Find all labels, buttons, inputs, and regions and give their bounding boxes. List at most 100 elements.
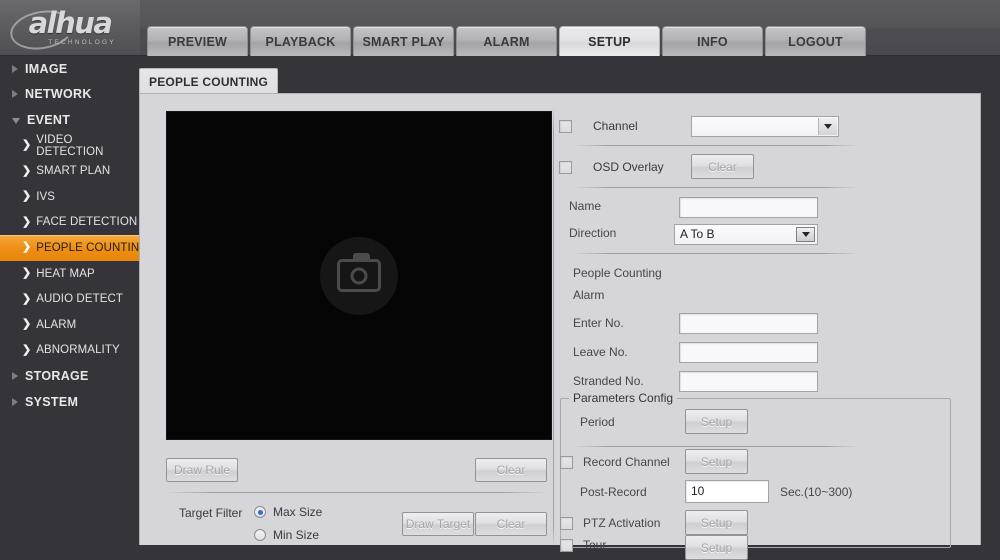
sidebar-item-abnormality[interactable]: ❯ ABNORMALITY bbox=[0, 338, 139, 364]
sidebar-item-face-detection[interactable]: ❯ FACE DETECTION bbox=[0, 210, 139, 236]
sidebar-item-smart-plan[interactable]: ❯ SMART PLAN bbox=[0, 158, 139, 184]
chevron-right-icon: ❯ bbox=[22, 190, 32, 203]
enter-no-label: Enter No. bbox=[573, 316, 624, 330]
chevron-right-icon: ❯ bbox=[22, 343, 32, 356]
sidebar-item-label: PEOPLE COUNTING bbox=[36, 241, 149, 254]
chevron-right-icon: ❯ bbox=[22, 139, 32, 152]
post-record-unit-row: Sec.(10~300) bbox=[780, 485, 852, 499]
tab-people-counting[interactable]: PEOPLE COUNTING bbox=[139, 68, 279, 94]
tour-label: Tour bbox=[583, 538, 607, 552]
chevron-right-icon: ❯ bbox=[22, 292, 32, 305]
post-record-row: Post-Record bbox=[580, 485, 647, 499]
nav-tab-preview[interactable]: PREVIEW bbox=[147, 26, 248, 56]
content-panel: Draw Rule Clear Target Filter Max Size M… bbox=[139, 93, 981, 560]
draw-rule-row: Draw Rule bbox=[166, 458, 238, 482]
form-divider-2 bbox=[574, 187, 858, 188]
chevron-down-icon[interactable] bbox=[818, 118, 837, 135]
draw-target-row: Draw Target bbox=[402, 512, 474, 536]
sidebar-item-ivs[interactable]: ❯ IVS bbox=[0, 184, 139, 210]
max-size-radio[interactable] bbox=[254, 506, 266, 518]
sidebar-item-alarm[interactable]: ❯ ALARM bbox=[0, 312, 139, 338]
direction-select[interactable]: A To B bbox=[674, 224, 818, 245]
nav-tab-info[interactable]: INFO bbox=[662, 26, 763, 56]
video-preview[interactable] bbox=[166, 111, 552, 440]
post-record-input[interactable]: 10 bbox=[685, 480, 769, 503]
sidebar: IMAGE NETWORK EVENT ❯ VIDEO DETECTION ❯ … bbox=[0, 56, 169, 545]
chevron-right-icon bbox=[12, 397, 18, 406]
osd-overlay-checkbox[interactable] bbox=[559, 160, 572, 174]
brand-tagline: TECHNOLOGY bbox=[48, 39, 116, 46]
nav-tab-alarm[interactable]: ALARM bbox=[456, 26, 557, 56]
name-input[interactable] bbox=[679, 197, 818, 218]
ptz-activation-setup-button[interactable]: Setup bbox=[685, 510, 748, 535]
target-filter-label: Target Filter bbox=[179, 506, 243, 520]
params-divider-1 bbox=[574, 446, 858, 447]
nav-tab-smart-play[interactable]: SMART PLAY bbox=[353, 26, 454, 56]
stranded-no-label: Stranded No. bbox=[573, 374, 644, 388]
tour-setup-button[interactable]: Setup bbox=[685, 535, 748, 560]
channel-select[interactable] bbox=[691, 116, 839, 137]
leave-no-label: Leave No. bbox=[573, 345, 628, 359]
ptz-activation-row: PTZ Activation bbox=[560, 516, 660, 530]
period-label: Period bbox=[580, 415, 615, 429]
sidebar-item-label: SMART PLAN bbox=[36, 165, 111, 178]
sidebar-item-image[interactable]: IMAGE bbox=[0, 56, 139, 82]
chevron-down-icon[interactable] bbox=[796, 227, 815, 242]
sidebar-item-system[interactable]: SYSTEM bbox=[0, 389, 139, 415]
sidebar-item-label: IVS bbox=[36, 190, 56, 203]
tour-row: Tour bbox=[560, 538, 606, 552]
form-divider-1 bbox=[574, 145, 858, 146]
period-setup-button[interactable]: Setup bbox=[685, 409, 748, 434]
record-channel-checkbox[interactable] bbox=[560, 455, 573, 469]
period-row: Period bbox=[580, 415, 615, 429]
sidebar-item-label: ABNORMALITY bbox=[36, 344, 120, 357]
clear-rule-button[interactable]: Clear bbox=[475, 458, 547, 482]
sidebar-item-audio-detect[interactable]: ❯ AUDIO DETECT bbox=[0, 286, 139, 312]
section-divider bbox=[166, 492, 547, 493]
sidebar-item-label: NETWORK bbox=[25, 87, 92, 102]
sidebar-item-label: STORAGE bbox=[25, 368, 89, 383]
sidebar-item-label: ALARM bbox=[36, 318, 77, 331]
chevron-right-icon: ❯ bbox=[22, 164, 32, 177]
min-size-radio[interactable] bbox=[254, 529, 266, 541]
people-counting-alarm-title-2: Alarm bbox=[573, 288, 604, 302]
enter-no-input[interactable] bbox=[679, 313, 818, 334]
leave-no-input[interactable] bbox=[679, 342, 818, 363]
chevron-right-icon: ❯ bbox=[22, 241, 32, 254]
brand-name: alhua bbox=[28, 6, 113, 40]
min-size-option[interactable]: Min Size bbox=[254, 528, 319, 542]
clear-target-button[interactable]: Clear bbox=[475, 512, 547, 536]
channel-label: Channel bbox=[593, 119, 638, 133]
nav-tab-logout[interactable]: LOGOUT bbox=[765, 26, 866, 56]
ptz-activation-checkbox[interactable] bbox=[560, 516, 573, 530]
sidebar-item-label: HEAT MAP bbox=[36, 267, 95, 280]
name-row: Name bbox=[569, 199, 601, 213]
tour-checkbox[interactable] bbox=[560, 538, 573, 552]
min-size-label: Min Size bbox=[273, 528, 320, 542]
panel-divider bbox=[553, 106, 554, 546]
osd-clear-button[interactable]: Clear bbox=[691, 154, 754, 179]
sidebar-item-storage[interactable]: STORAGE bbox=[0, 363, 139, 389]
sidebar-item-network[interactable]: NETWORK bbox=[0, 82, 139, 108]
sidebar-item-heat-map[interactable]: ❯ HEAT MAP bbox=[0, 261, 139, 287]
leave-no-row: Leave No. bbox=[573, 345, 628, 359]
app-root: alhua TECHNOLOGY PREVIEW PLAYBACK SMART … bbox=[0, 0, 1000, 560]
stranded-no-input[interactable] bbox=[679, 371, 818, 392]
direction-label: Direction bbox=[569, 226, 617, 240]
record-channel-row: Record Channel bbox=[560, 455, 670, 469]
chevron-right-icon: ❯ bbox=[22, 267, 32, 280]
enter-no-row: Enter No. bbox=[573, 316, 624, 330]
draw-target-button[interactable]: Draw Target bbox=[402, 512, 474, 536]
sidebar-item-video-detection[interactable]: ❯ VIDEO DETECTION bbox=[0, 133, 139, 159]
max-size-option[interactable]: Max Size bbox=[254, 505, 322, 519]
nav-tab-setup[interactable]: SETUP bbox=[559, 26, 660, 56]
channel-checkbox[interactable] bbox=[559, 119, 572, 133]
chevron-right-icon bbox=[12, 64, 18, 73]
sidebar-item-label: IMAGE bbox=[25, 61, 68, 76]
draw-rule-button[interactable]: Draw Rule bbox=[166, 458, 238, 482]
sidebar-item-event[interactable]: EVENT bbox=[0, 107, 139, 133]
sidebar-item-label: EVENT bbox=[27, 112, 71, 127]
nav-tab-playback[interactable]: PLAYBACK bbox=[250, 26, 351, 56]
chevron-right-icon: ❯ bbox=[22, 318, 32, 331]
record-channel-setup-button[interactable]: Setup bbox=[685, 449, 748, 474]
